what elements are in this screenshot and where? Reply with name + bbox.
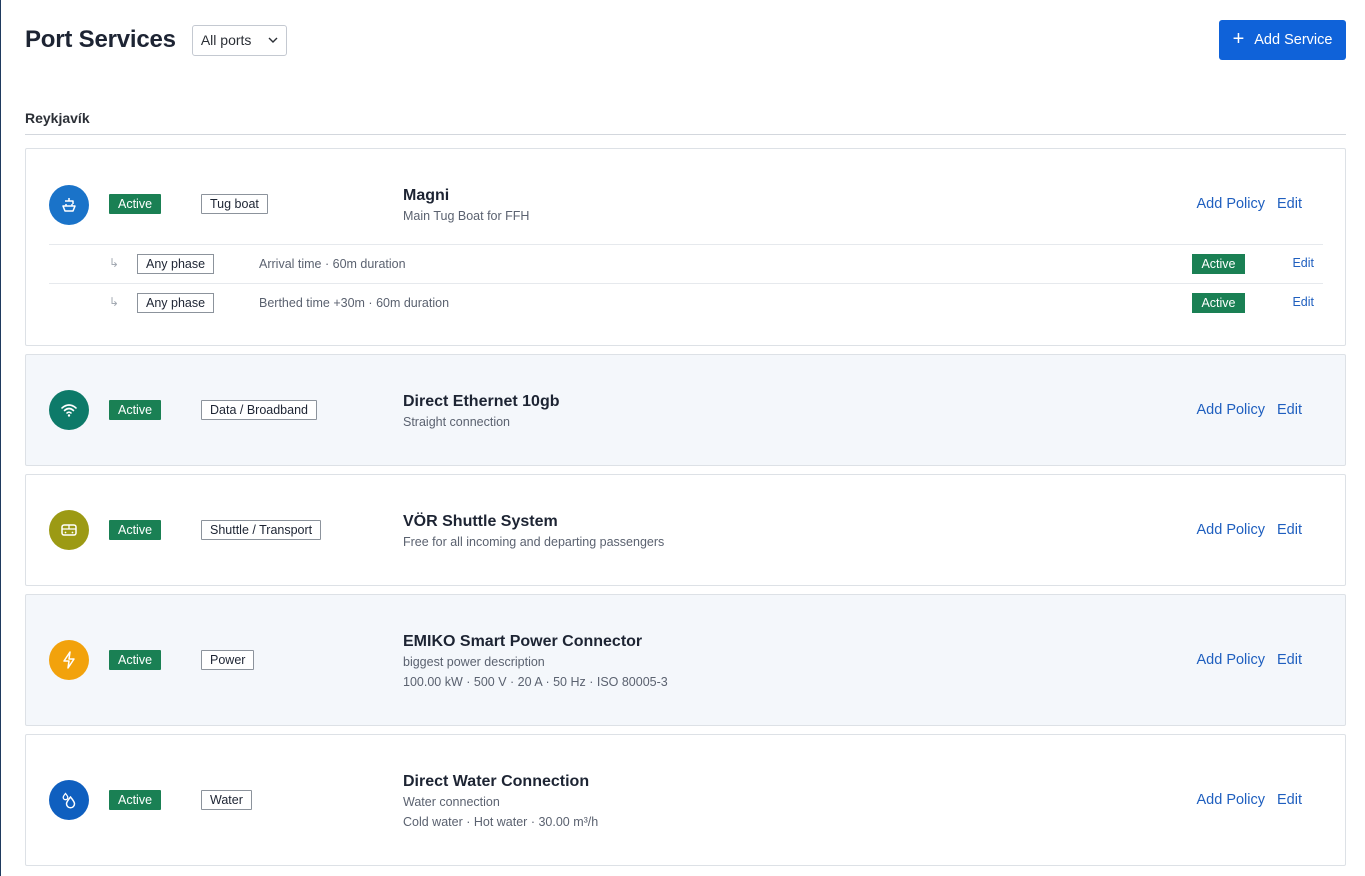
water-drops-icon <box>49 780 89 820</box>
category-tag: Data / Broadband <box>201 400 317 420</box>
service-description: biggest power description <box>403 655 545 669</box>
category-tag: Shuttle / Transport <box>201 520 322 540</box>
bus-icon <box>49 510 89 550</box>
wifi-icon <box>49 390 89 430</box>
add-policy-link[interactable]: Add Policy <box>1196 402 1265 418</box>
lightning-icon <box>49 640 89 680</box>
edit-link[interactable]: Edit <box>1277 792 1302 808</box>
service-description: Free for all incoming and departing pass… <box>403 535 665 549</box>
service-description: Straight connection <box>403 415 511 429</box>
page-header: Port Services All ports + Add Service <box>25 20 1346 60</box>
policy-edit-link[interactable]: Edit <box>1292 295 1314 309</box>
service-card-shuttle: Active Shuttle / Transport VÖR Shuttle S… <box>25 474 1346 586</box>
add-policy-link[interactable]: Add Policy <box>1196 792 1265 808</box>
status-badge: Active <box>109 520 162 540</box>
policy-row: ↳ Any phase Arrival time · 60m duration … <box>26 245 1345 283</box>
section-title: Reykjavík <box>25 110 90 126</box>
policy-phase-tag: Any phase <box>137 254 215 274</box>
service-card-water: Active Water Direct Water Connection Wat… <box>25 734 1346 866</box>
policy-description: Berthed time +30m · 60m duration <box>259 296 450 310</box>
edit-link[interactable]: Edit <box>1277 652 1302 668</box>
add-service-label: Add Service <box>1254 32 1333 48</box>
service-card-magni: Active Tug boat Magni Main Tug Boat for … <box>25 148 1346 346</box>
service-card-power: Active Power EMIKO Smart Power Connector… <box>25 594 1346 726</box>
port-filter-select[interactable]: All ports <box>191 24 287 56</box>
add-policy-link[interactable]: Add Policy <box>1196 196 1265 212</box>
category-tag: Power <box>201 650 255 670</box>
status-badge: Active <box>109 650 162 670</box>
service-name: Direct Ethernet 10gb <box>403 393 560 410</box>
section-divider <box>25 134 1346 135</box>
category-tag: Tug boat <box>201 194 268 214</box>
edit-link[interactable]: Edit <box>1277 402 1302 418</box>
sub-item-arrow-icon: ↳ <box>109 256 120 270</box>
tug-boat-icon <box>49 185 89 225</box>
port-filter-value: All ports <box>200 32 252 48</box>
plus-icon: + <box>1232 28 1245 50</box>
policy-row: ↳ Any phase Berthed time +30m · 60m dura… <box>26 284 1345 322</box>
policy-phase-tag: Any phase <box>137 293 215 313</box>
service-description: Water connection <box>403 795 500 809</box>
service-name: Direct Water Connection <box>403 773 590 790</box>
status-badge: Active <box>109 194 162 214</box>
service-specs: 100.00 kW · 500 V · 20 A · 50 Hz · ISO 8… <box>403 675 668 689</box>
service-name: VÖR Shuttle System <box>403 513 558 530</box>
status-badge: Active <box>109 400 162 420</box>
status-badge: Active <box>109 790 162 810</box>
service-card-ethernet: Active Data / Broadband Direct Ethernet … <box>25 354 1346 466</box>
edit-link[interactable]: Edit <box>1277 522 1302 538</box>
edit-link[interactable]: Edit <box>1277 196 1302 212</box>
category-tag: Water <box>201 790 252 810</box>
policy-status-badge: Active <box>1192 254 1245 274</box>
port-services-page: Port Services All ports + Add Service Re… <box>1 0 1365 876</box>
add-service-button[interactable]: + Add Service <box>1219 20 1346 60</box>
service-row: Active Tug boat Magni Main Tug Boat for … <box>26 149 1345 259</box>
service-specs: Cold water · Hot water · 30.00 m³/h <box>403 815 599 829</box>
service-name: EMIKO Smart Power Connector <box>403 633 643 650</box>
page-title: Port Services <box>25 26 176 53</box>
chevron-down-icon <box>268 37 278 43</box>
service-name: Magni <box>403 187 450 204</box>
sub-item-arrow-icon: ↳ <box>109 295 120 309</box>
policy-status-badge: Active <box>1192 293 1245 313</box>
policy-description: Arrival time · 60m duration <box>259 257 406 271</box>
add-policy-link[interactable]: Add Policy <box>1196 522 1265 538</box>
service-description: Main Tug Boat for FFH <box>403 209 530 223</box>
add-policy-link[interactable]: Add Policy <box>1196 652 1265 668</box>
policy-edit-link[interactable]: Edit <box>1292 256 1314 270</box>
